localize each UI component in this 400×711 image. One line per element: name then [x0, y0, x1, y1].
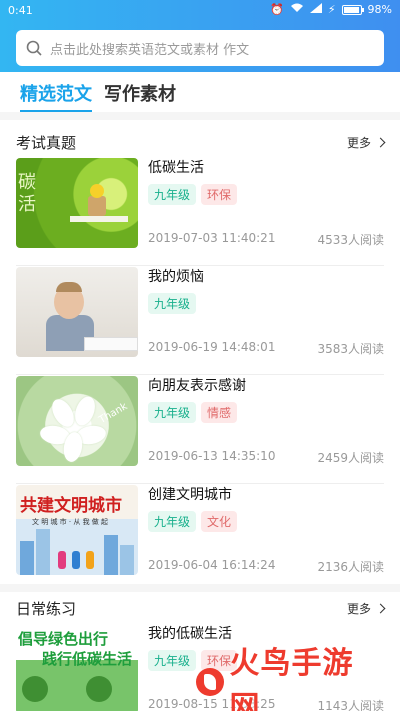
article-info: 创建文明城市 九年级 文化 2019-06-04 16:14:24 2136人阅… [148, 485, 384, 575]
thumbnail-flower [90, 184, 104, 198]
thumbnail-text: Thank [97, 401, 130, 426]
article-meta: 2019-06-19 14:48:01 3583人阅读 [148, 340, 384, 357]
thumbnail-runner [58, 551, 66, 569]
section-divider [0, 112, 400, 120]
article-card[interactable]: 我的烦恼 九年级 2019-06-19 14:48:01 3583人阅读 [16, 267, 384, 375]
article-reads: 2459人阅读 [317, 451, 384, 465]
grade-tag: 九年级 [148, 184, 197, 205]
tab-writing-materials[interactable]: 写作素材 [104, 80, 176, 112]
article-thumbnail [16, 267, 138, 357]
topic-tag: 环保 [201, 184, 238, 205]
thumbnail-building [36, 529, 50, 575]
watermark-text: 火鸟手游网 [229, 646, 354, 711]
article-date: 2019-07-03 11:40:21 [148, 231, 276, 245]
card-divider [16, 265, 384, 266]
grade-tag: 九年级 [148, 293, 197, 314]
battery-icon [341, 4, 364, 15]
grade-tag: 九年级 [148, 402, 197, 423]
thumbnail-building [120, 545, 134, 575]
article-meta: 2019-06-13 14:35:10 2459人阅读 [148, 449, 384, 466]
article-info: 向朋友表示感谢 九年级 情感 2019-06-13 14:35:10 2459人… [148, 376, 384, 466]
thumbnail-text: 践行低碳生活 [42, 650, 133, 668]
article-meta: 2019-06-04 16:14:24 2136人阅读 [148, 558, 384, 575]
bird-logo-icon [196, 668, 224, 696]
battery-percent: 98% [367, 3, 392, 16]
article-date: 2019-06-04 16:14:24 [148, 558, 276, 572]
section-title: 考试真题 [16, 133, 77, 152]
content-tabs: 精选范文 写作素材 [20, 80, 176, 112]
more-label: 更多 [346, 601, 371, 616]
status-bar: 0:41 ⏰ ⚡ 98% [0, 0, 400, 22]
thumbnail-pot [88, 196, 106, 216]
chevron-right-icon [375, 603, 386, 613]
search-bar[interactable]: 点击此处搜索英语范文或素材 作文 [16, 30, 384, 66]
section-divider [0, 584, 400, 592]
article-date: 2019-06-13 14:35:10 [148, 449, 276, 463]
thumbnail-book [84, 337, 138, 351]
tab-selected-essays[interactable]: 精选范文 [20, 80, 92, 112]
article-title: 向朋友表示感谢 [148, 378, 246, 394]
thumbnail-building [20, 541, 34, 575]
article-info: 我的烦恼 九年级 2019-06-19 14:48:01 3583人阅读 [148, 267, 384, 357]
card-divider [16, 483, 384, 484]
article-tags: 九年级 文化 [148, 511, 384, 532]
charging-icon: ⚡ [327, 3, 336, 16]
article-title: 我的烦恼 [148, 269, 204, 285]
alarm-icon: ⏰ [270, 3, 284, 16]
thumbnail-text: 共建文明城市 [20, 496, 122, 516]
article-meta: 2019-07-03 11:40:21 4533人阅读 [148, 231, 384, 248]
thumbnail-building [104, 535, 118, 575]
article-reads: 3583人阅读 [317, 342, 384, 356]
card-divider [16, 374, 384, 375]
more-label: 更多 [346, 135, 371, 150]
thumbnail-child-hair [56, 282, 82, 292]
thumbnail-petal [71, 393, 99, 429]
site-watermark: 火鸟手游网 [196, 646, 382, 711]
article-thumbnail: 倡导绿色出行 践行低碳生活 [16, 624, 138, 711]
article-title: 创建文明城市 [148, 487, 232, 503]
article-card[interactable]: 碳 活 低碳生活 九年级 环保 2019-07-03 11:40:21 4533… [16, 158, 384, 266]
thumbnail-tree [86, 676, 112, 702]
thumbnail-text: 倡导绿色出行 [18, 630, 109, 648]
article-tags: 九年级 环保 [148, 184, 384, 205]
signal-icon [309, 3, 322, 16]
article-thumbnail: 碳 活 [16, 158, 138, 248]
search-placeholder: 点击此处搜索英语范文或素材 作文 [50, 42, 250, 58]
thumbnail-table [70, 216, 128, 222]
article-tags: 九年级 [148, 293, 384, 314]
article-title: 低碳生活 [148, 160, 204, 176]
article-thumbnail: 共建文明城市 文 明 城 市 · 从 我 做 起 [16, 485, 138, 575]
article-reads: 4533人阅读 [317, 233, 384, 247]
chevron-right-icon [375, 137, 386, 147]
search-icon [26, 40, 42, 56]
thumbnail-runner [72, 551, 80, 569]
topic-tag: 文化 [201, 511, 238, 532]
thumbnail-runner [86, 551, 94, 569]
article-tags: 九年级 情感 [148, 402, 384, 423]
thumbnail-tree [22, 676, 48, 702]
section-header-exam: 考试真题 更多 [16, 130, 386, 154]
more-button[interactable]: 更多 [346, 134, 386, 151]
article-thumbnail: Thank [16, 376, 138, 466]
app-header: 0:41 ⏰ ⚡ 98% 点击此处搜索英语范文或素材 作文 [0, 0, 400, 72]
article-date: 2019-06-19 14:48:01 [148, 340, 276, 354]
article-reads: 2136人阅读 [317, 560, 384, 574]
grade-tag: 九年级 [148, 650, 197, 671]
section-header-practice: 日常练习 更多 [16, 596, 386, 620]
article-info: 低碳生活 九年级 环保 2019-07-03 11:40:21 4533人阅读 [148, 158, 384, 248]
status-time: 0:41 [8, 4, 33, 17]
thumbnail-text: 碳 活 [18, 172, 36, 215]
article-card[interactable]: 共建文明城市 文 明 城 市 · 从 我 做 起 创建文明城市 九年级 文化 2… [16, 485, 384, 593]
article-card[interactable]: Thank 向朋友表示感谢 九年级 情感 2019-06-13 14:35:10… [16, 376, 384, 484]
grade-tag: 九年级 [148, 511, 197, 532]
section-title: 日常练习 [16, 599, 77, 618]
topic-tag: 情感 [201, 402, 238, 423]
status-icons: ⏰ ⚡ 98% [270, 3, 392, 16]
thumbnail-subtext: 文 明 城 市 · 从 我 做 起 [32, 518, 109, 526]
wifi-icon [290, 3, 304, 16]
more-button[interactable]: 更多 [346, 600, 386, 617]
